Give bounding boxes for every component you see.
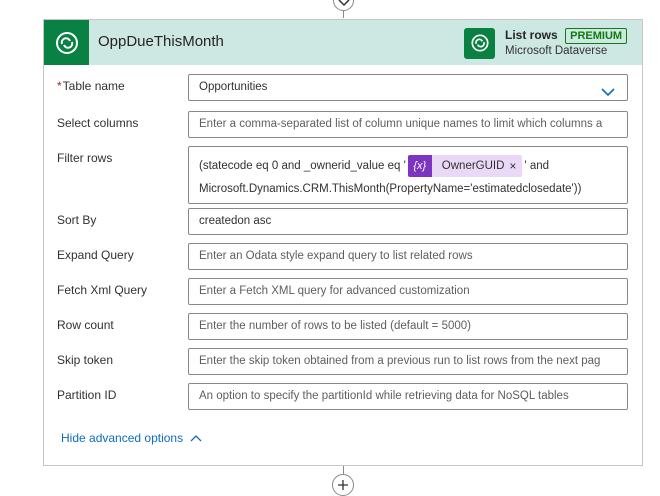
table-name-select[interactable]: Opportunities (188, 74, 628, 101)
skip-token-label: Skip token (57, 353, 114, 367)
filter-expression-mid: ' and (524, 160, 550, 172)
fetch-xml-input[interactable]: Enter a Fetch XML query for advanced cus… (188, 278, 628, 305)
expand-query-placeholder: Enter an Odata style expand query to lis… (199, 250, 473, 262)
connector-name: Microsoft Dataverse (505, 45, 608, 57)
token-label: OwnerGUID (441, 160, 505, 172)
select-columns-input[interactable]: Enter a comma-separated list of column u… (188, 111, 628, 138)
filter-expression-end: Microsoft.Dynamics.CRM.ThisMonth(Propert… (199, 183, 582, 195)
chevron-down-icon[interactable] (601, 82, 615, 100)
expand-query-input[interactable]: Enter an Odata style expand query to lis… (188, 243, 628, 270)
partition-id-label: Partition ID (57, 388, 117, 402)
hide-advanced-options-link[interactable]: Hide advanced options (61, 431, 202, 445)
premium-badge: PREMIUM (565, 28, 628, 44)
sort-by-input[interactable]: createdon asc (188, 208, 628, 235)
owner-guid-token[interactable]: {x} OwnerGUID × (407, 155, 523, 177)
filter-rows-label: Filter rows (57, 151, 113, 165)
skip-token-input[interactable]: Enter the skip token obtained from a pre… (188, 348, 628, 375)
sort-by-value: createdon asc (199, 215, 272, 227)
plus-icon[interactable] (332, 474, 354, 496)
partition-id-placeholder: An option to specify the partitionId whi… (199, 390, 569, 402)
skip-token-placeholder: Enter the skip token obtained from a pre… (199, 355, 601, 367)
dataverse-icon (464, 27, 495, 59)
table-name-label: *Table name (57, 79, 125, 93)
action-info[interactable]: List rows PREMIUM Microsoft Dataverse (464, 24, 628, 62)
arrow-down-icon (333, 0, 354, 11)
row-count-input[interactable]: Enter the number of rows to be listed (d… (188, 313, 628, 340)
table-name-value: Opportunities (199, 81, 268, 93)
select-columns-placeholder: Enter a comma-separated list of column u… (199, 118, 603, 130)
sort-by-label: Sort By (57, 213, 97, 227)
variable-icon: {x} (407, 155, 432, 177)
select-columns-label: Select columns (57, 116, 139, 130)
filter-expression-start: (statecode eq 0 and _ownerid_value eq ' (199, 160, 406, 172)
card-title[interactable]: OppDueThisMonth (98, 33, 224, 50)
token-remove-icon[interactable]: × (509, 159, 522, 173)
fetch-xml-placeholder: Enter a Fetch XML query for advanced cus… (199, 285, 470, 297)
partition-id-input[interactable]: An option to specify the partitionId whi… (188, 383, 628, 410)
dataverse-icon (44, 20, 89, 65)
flow-action-card: OppDueThisMonth List rows PREMIUM Micros… (43, 19, 643, 466)
card-header[interactable]: OppDueThisMonth List rows PREMIUM Micros… (44, 20, 642, 65)
chevron-up-icon (190, 435, 202, 442)
filter-rows-input[interactable]: (statecode eq 0 and _ownerid_value eq ' … (188, 146, 628, 204)
expand-query-label: Expand Query (57, 248, 134, 262)
row-count-label: Row count (57, 318, 114, 332)
row-count-placeholder: Enter the number of rows to be listed (d… (199, 320, 472, 332)
advanced-toggle-label: Hide advanced options (61, 431, 184, 445)
fetch-xml-label: Fetch Xml Query (57, 283, 148, 297)
action-name: List rows (505, 28, 558, 42)
